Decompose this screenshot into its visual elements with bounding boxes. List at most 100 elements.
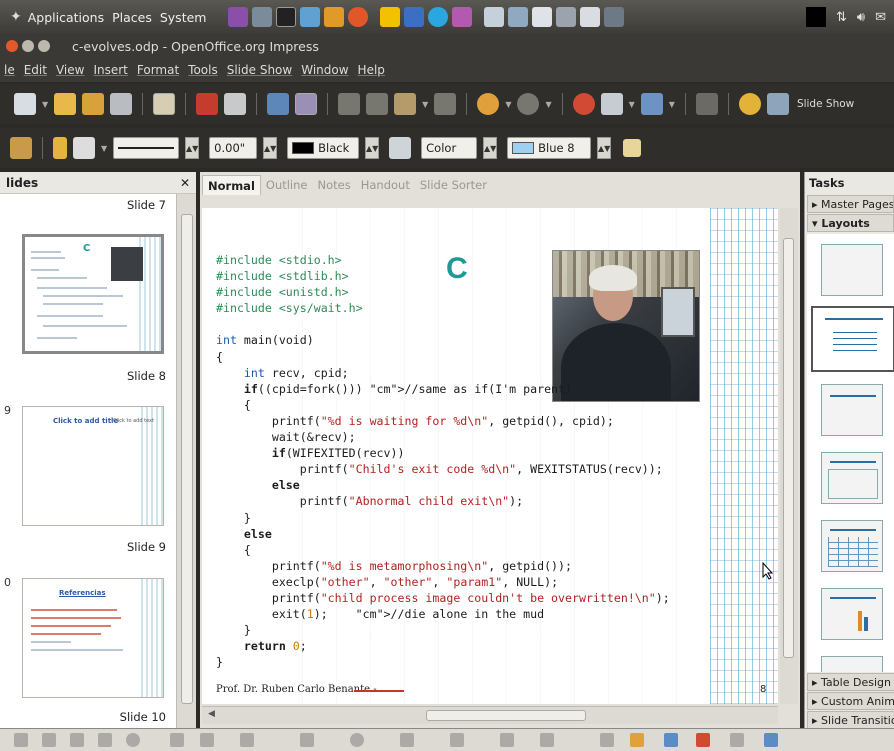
open-folder-icon[interactable] (54, 93, 77, 115)
launcher-icon[interactable] (300, 7, 321, 27)
export-pdf-icon[interactable] (196, 93, 219, 115)
scrollbar-thumb[interactable] (426, 710, 586, 721)
slide-show-icon[interactable] (766, 93, 789, 115)
tab-handout[interactable]: Handout (356, 175, 415, 195)
code-block[interactable]: #include <stdio.h> #include <stdlib.h> #in… (216, 252, 670, 670)
slides-scrollbar[interactable] (176, 194, 196, 728)
email-icon[interactable] (110, 93, 133, 115)
task-section-custom-animation[interactable]: ▸ Custom Animation (807, 692, 894, 710)
menu-insert[interactable]: Insert (93, 63, 127, 77)
dropdown-arrow-icon[interactable]: ▼ (422, 100, 428, 109)
mail-icon[interactable]: ✉ (875, 10, 886, 25)
area-style-spin[interactable]: ▲▼ (483, 137, 498, 159)
menu-system[interactable]: System (160, 10, 207, 25)
arrow-style-icon[interactable] (73, 137, 95, 159)
line-style-spin[interactable]: ▲▼ (185, 137, 200, 159)
cut-icon[interactable] (338, 93, 361, 115)
close-window-button[interactable] (6, 40, 18, 52)
copy-icon[interactable] (366, 93, 389, 115)
flowchart-icon[interactable] (450, 733, 464, 747)
text-tool-icon[interactable] (170, 733, 184, 747)
line-color-select[interactable]: Black (287, 137, 360, 159)
line-tool-icon[interactable] (42, 733, 56, 747)
tab-outline[interactable]: Outline (261, 175, 313, 195)
save-icon[interactable] (82, 93, 105, 115)
undo-icon[interactable] (477, 93, 500, 115)
paste-icon[interactable] (394, 93, 417, 115)
menu-window[interactable]: Window (301, 63, 348, 77)
launcher-icon[interactable] (604, 7, 625, 27)
new-document-icon[interactable] (14, 93, 36, 115)
menu-applications[interactable]: Applications (28, 10, 104, 25)
task-section-table-design[interactable]: ▸ Table Design (807, 673, 894, 691)
close-pane-icon[interactable]: ✕ (180, 176, 190, 190)
ubuntu-logo-icon[interactable]: ✦ (10, 9, 22, 25)
chart-icon[interactable] (572, 93, 595, 115)
curve-tool-icon[interactable] (200, 733, 214, 747)
layout-partial[interactable] (821, 656, 883, 672)
layout-blank[interactable] (821, 244, 883, 296)
launcher-icon[interactable] (380, 7, 401, 27)
points-icon[interactable] (600, 733, 614, 747)
launcher-icon[interactable] (252, 7, 273, 27)
launcher-icon[interactable] (228, 7, 249, 27)
area-color-select[interactable]: Blue 8 (507, 137, 592, 159)
shadow-icon[interactable] (623, 139, 642, 157)
menu-view[interactable]: View (56, 63, 84, 77)
menu-format[interactable]: Format (137, 63, 179, 77)
stars-icon[interactable] (540, 733, 554, 747)
calculator-icon[interactable] (556, 7, 577, 27)
dropdown-arrow-icon[interactable]: ▼ (545, 100, 551, 109)
connector-tool-icon[interactable] (240, 733, 254, 747)
table-icon[interactable] (600, 93, 623, 115)
scrollbar-thumb[interactable] (181, 214, 193, 704)
tab-slide-sorter[interactable]: Slide Sorter (415, 175, 492, 195)
rectangle-tool-icon[interactable] (98, 733, 112, 747)
task-section-layouts[interactable]: ▾ Layouts (807, 214, 894, 232)
line-width-field[interactable]: 0.00" (209, 137, 258, 159)
dropdown-arrow-icon[interactable]: ▼ (42, 100, 48, 109)
spellcheck-icon[interactable] (267, 93, 290, 115)
slide-thumbnail-8[interactable]: C (22, 234, 164, 354)
maximize-window-button[interactable] (38, 40, 50, 52)
edit-file-icon[interactable] (153, 93, 176, 115)
editor-vertical-scrollbar[interactable] (780, 208, 798, 704)
print-icon[interactable] (224, 93, 247, 115)
layout-title-only[interactable] (821, 384, 883, 436)
dropdown-arrow-icon[interactable]: ▼ (669, 100, 675, 109)
firefox-icon[interactable] (348, 7, 369, 27)
launcher-icon[interactable] (580, 7, 601, 27)
layout-title-chart[interactable] (821, 588, 883, 640)
tab-notes[interactable]: Notes (313, 175, 356, 195)
menu-edit[interactable]: Edit (24, 63, 47, 77)
toggle-extrusion-icon[interactable] (764, 733, 778, 747)
callouts-icon[interactable] (500, 733, 514, 747)
menu-tools[interactable]: Tools (188, 63, 218, 77)
dropdown-arrow-icon[interactable]: ▼ (505, 100, 511, 109)
dropdown-arrow-icon[interactable]: ▼ (101, 144, 107, 153)
scroll-left-icon[interactable]: ◀ (208, 709, 215, 719)
black-tray-icon[interactable] (805, 7, 826, 27)
fontwork-icon[interactable] (630, 733, 644, 747)
gallery-icon[interactable] (696, 733, 710, 747)
menu-places[interactable]: Places (112, 10, 152, 25)
basic-shapes-icon[interactable] (300, 733, 314, 747)
launcher-icon[interactable] (324, 7, 345, 27)
volume-icon[interactable]: 🔊︎ (857, 10, 865, 25)
layout-table[interactable] (821, 520, 883, 572)
clone-format-icon[interactable] (434, 93, 457, 115)
launcher-icon[interactable] (532, 7, 553, 27)
scrollbar-thumb[interactable] (783, 238, 794, 658)
launcher-icon[interactable] (404, 7, 425, 27)
task-section-slide-transition[interactable]: ▸ Slide Transition (807, 711, 894, 729)
area-icon[interactable] (389, 137, 412, 159)
layout-title-content[interactable] (811, 306, 894, 372)
network-icon[interactable]: ⇅ (836, 10, 847, 25)
ellipse-tool-icon[interactable] (126, 733, 140, 747)
slide-thumbnail-9[interactable]: Click to add title Click to add text (22, 406, 164, 526)
editor-horizontal-scrollbar[interactable]: ◀ (202, 706, 778, 724)
launcher-icon[interactable] (452, 7, 473, 27)
layout-title-block[interactable] (821, 452, 883, 504)
task-section-master-pages[interactable]: ▸ Master Pages (807, 195, 894, 213)
skype-icon[interactable] (428, 7, 449, 27)
